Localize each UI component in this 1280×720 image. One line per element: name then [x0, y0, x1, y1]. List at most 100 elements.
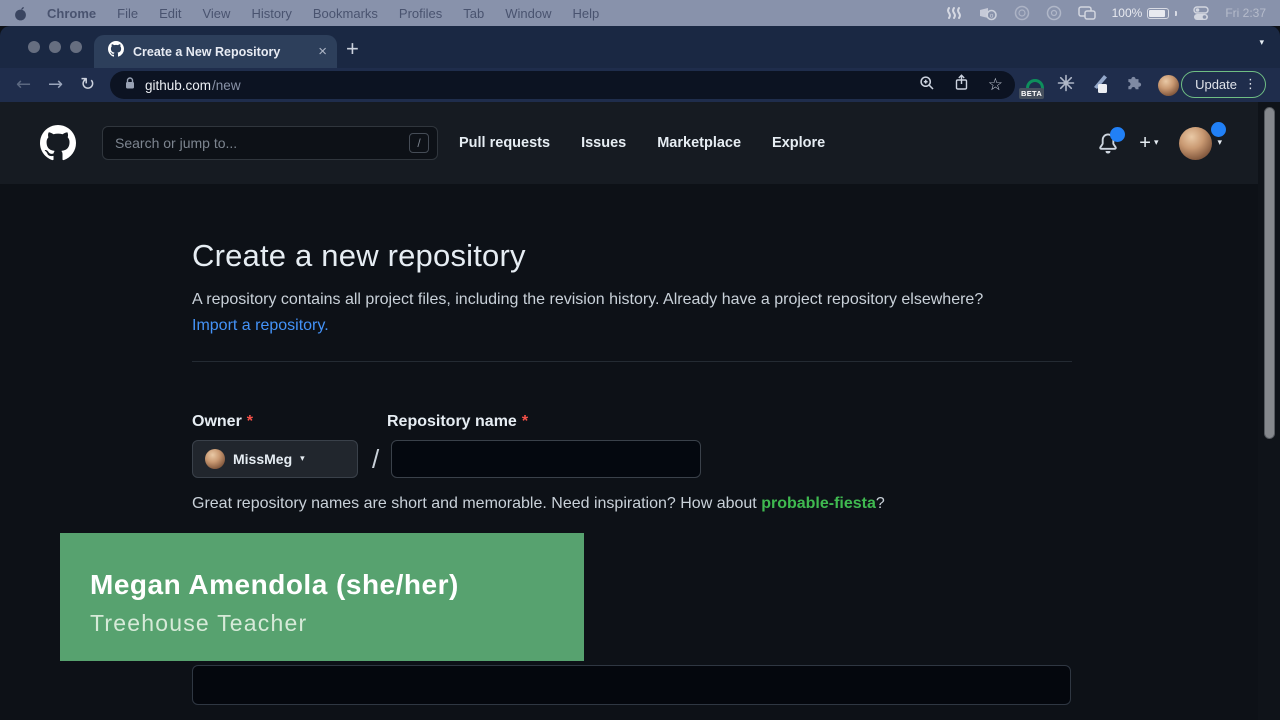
scrollbar-track[interactable] — [1258, 102, 1280, 720]
macos-menubar: Chrome File Edit View History Bookmarks … — [0, 0, 1280, 26]
zoom-page-icon[interactable] — [919, 75, 935, 96]
search-input[interactable] — [115, 135, 409, 151]
github-logo-icon[interactable] — [40, 125, 76, 166]
update-label: Update — [1195, 77, 1237, 92]
scrollbar-thumb[interactable] — [1264, 107, 1275, 439]
extensions-puzzle-icon[interactable] — [1125, 74, 1143, 97]
menubar-item-file[interactable]: File — [117, 6, 138, 21]
new-tab-button[interactable]: + — [346, 36, 359, 62]
avatar-notification-dot — [1211, 122, 1226, 137]
apple-menu-icon[interactable] — [14, 6, 27, 21]
nav-pull-requests[interactable]: Pull requests — [459, 135, 550, 151]
import-repository-link[interactable]: Import a repository. — [192, 317, 329, 334]
tab-title: Create a New Repository — [133, 45, 309, 59]
bookmark-star-icon[interactable]: ☆ — [988, 77, 1003, 94]
presenter-role: Treehouse Teacher — [90, 610, 584, 637]
repo-name-label: Repository name * — [387, 413, 528, 431]
github-search-box[interactable]: / — [102, 126, 438, 160]
zoom-window-button[interactable] — [70, 41, 82, 53]
menubar-clock[interactable]: Fri 2:37 — [1225, 6, 1266, 20]
page-title: Create a new repository — [192, 238, 1072, 274]
beta-badge: BETA — [1019, 88, 1044, 99]
settings-extension-icon[interactable] — [1057, 74, 1075, 97]
beta-extension-icon[interactable]: BETA — [1022, 75, 1042, 95]
divider — [192, 361, 1072, 362]
menubar-item-history[interactable]: History — [251, 6, 291, 21]
window-controls — [28, 41, 82, 53]
meet-app-icon[interactable] — [1014, 5, 1030, 21]
required-asterisk: * — [247, 413, 253, 430]
description-input[interactable] — [192, 665, 1071, 705]
user-menu[interactable]: ▾ — [1179, 127, 1222, 160]
browser-profile-avatar[interactable] — [1158, 75, 1179, 96]
lock-icon — [124, 76, 136, 95]
menubar-item-help[interactable]: Help — [573, 6, 600, 21]
chevron-down-icon[interactable]: ▾ — [1259, 38, 1264, 48]
github-header: / Pull requests Issues Marketplace Explo… — [0, 102, 1280, 184]
update-button[interactable]: Update ⋮ — [1181, 71, 1266, 98]
nav-issues[interactable]: Issues — [581, 135, 626, 151]
menubar-status-area: o 100% Fri 2:37 — [946, 5, 1266, 21]
reload-icon[interactable]: ↻ — [80, 72, 95, 98]
back-icon[interactable]: ← — [16, 72, 31, 98]
sync-app-icon[interactable] — [1046, 5, 1062, 21]
menubar-item-tab[interactable]: Tab — [463, 6, 484, 21]
github-nav: Pull requests Issues Marketplace Explore — [459, 102, 825, 184]
share-icon[interactable] — [954, 74, 969, 96]
owner-label-text: Owner — [192, 413, 242, 430]
menubar-item-edit[interactable]: Edit — [159, 6, 181, 21]
suggested-repo-name[interactable]: probable-fiesta — [761, 495, 876, 512]
close-tab-icon[interactable]: × — [318, 44, 327, 59]
slash-shortcut-hint: / — [409, 133, 429, 153]
tab-strip: Create a New Repository × + ▾ — [0, 26, 1280, 68]
battery-percent: 100% — [1112, 6, 1143, 20]
menubar-item-window[interactable]: Window — [505, 6, 551, 21]
pen-extension-icon[interactable] — [1090, 72, 1110, 99]
battery-icon — [1147, 8, 1169, 19]
owner-repo-row: MissMeg ▾ / — [192, 440, 1072, 478]
intro-text: A repository contains all project files,… — [192, 287, 1022, 339]
owner-label: Owner * — [192, 413, 387, 431]
timer-app-icon[interactable]: o — [978, 6, 998, 21]
menubar-item-view[interactable]: View — [202, 6, 230, 21]
name-hint: Great repository names are short and mem… — [192, 495, 1072, 513]
screen-mirroring-icon[interactable] — [1078, 6, 1096, 20]
address-bar[interactable]: github.com/new ☆ — [110, 71, 1015, 99]
menubar-item-profiles[interactable]: Profiles — [399, 6, 442, 21]
user-menu-caret-icon: ▾ — [1217, 138, 1222, 148]
forward-icon[interactable]: → — [48, 72, 63, 98]
owner-name: MissMeg — [233, 451, 292, 467]
nav-marketplace[interactable]: Marketplace — [657, 135, 741, 151]
url-path: /new — [212, 78, 241, 93]
owner-avatar — [205, 449, 225, 469]
github-favicon — [108, 41, 124, 62]
notifications-button[interactable] — [1098, 133, 1118, 154]
battery-indicator[interactable]: 100% — [1112, 6, 1178, 20]
browser-tab[interactable]: Create a New Repository × — [94, 35, 337, 68]
create-new-dropdown[interactable]: +▾ — [1139, 132, 1158, 155]
hint-text: Great repository names are short and mem… — [192, 495, 761, 512]
owner-dropdown[interactable]: MissMeg ▾ — [192, 440, 358, 478]
hint-question-mark: ? — [876, 495, 885, 512]
screen: Chrome File Edit View History Bookmarks … — [0, 0, 1280, 720]
nav-explore[interactable]: Explore — [772, 135, 825, 151]
github-header-actions: +▾ ▾ — [1098, 102, 1222, 184]
close-window-button[interactable] — [28, 41, 40, 53]
presenter-name: Megan Amendola (she/her) — [90, 569, 584, 601]
intro-copy: A repository contains all project files,… — [192, 291, 983, 308]
menubar-items: Chrome File Edit View History Bookmarks … — [47, 6, 599, 21]
user-avatar[interactable] — [1179, 127, 1212, 160]
repository-name-input[interactable] — [391, 440, 701, 478]
required-asterisk: * — [522, 413, 528, 430]
menubar-item-chrome[interactable]: Chrome — [47, 6, 96, 21]
repo-name-label-text: Repository name — [387, 413, 517, 430]
menubar-item-bookmarks[interactable]: Bookmarks — [313, 6, 378, 21]
waves-icon[interactable] — [946, 6, 962, 20]
notification-dot — [1110, 127, 1125, 142]
field-labels-row: Owner * Repository name * — [192, 413, 1072, 431]
control-center-icon[interactable] — [1193, 6, 1209, 21]
overflow-menu-icon[interactable]: ⋮ — [1244, 77, 1257, 92]
minimize-window-button[interactable] — [49, 41, 61, 53]
browser-toolbar: ← → ↻ github.com/new ☆ — [0, 68, 1280, 102]
owner-caret-icon: ▾ — [300, 454, 305, 464]
